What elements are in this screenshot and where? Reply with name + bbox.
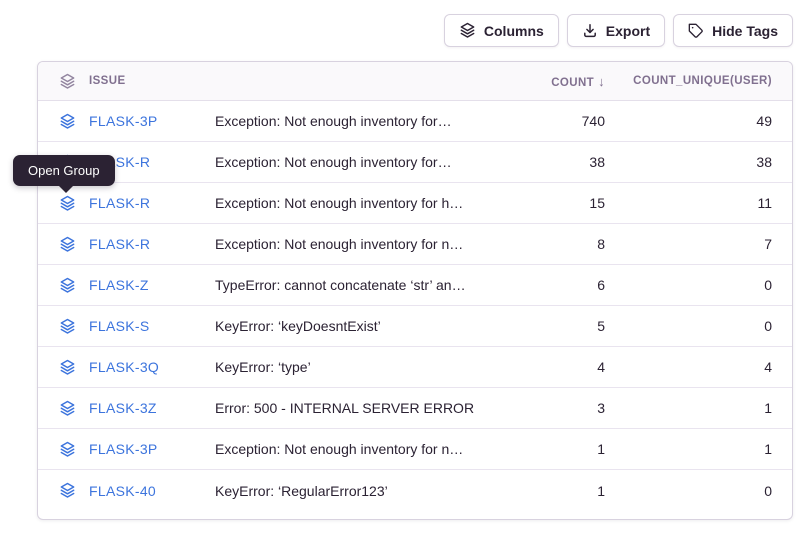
table-row: FLASK-3P Exception: Not enough inventory… [38,429,792,470]
issue-link[interactable]: FLASK-3Q [89,359,159,375]
issue-link[interactable]: FLASK-R [89,195,150,211]
issue-cell: FLASK-3Q [38,359,215,376]
table-header-row: ISSUE COUNT ↓ COUNT_UNIQUE(USER) [38,62,792,101]
hide-tags-button-label: Hide Tags [712,23,778,39]
issue-link[interactable]: FLASK-3P [89,113,158,129]
download-icon [582,23,598,39]
table-row: FLASK-3P Exception: Not enough inventory… [38,101,792,142]
open-group-icon[interactable] [59,318,76,335]
issue-title: Exception: Not enough inventory for… [215,154,485,170]
issue-cell: FLASK-Z [38,277,215,294]
issue-title: TypeError: cannot concatenate ‘str’ an… [215,277,485,293]
count-value: 1 [485,441,605,457]
table-row: FLASK-3Q KeyError: ‘type’ 4 4 [38,347,792,388]
count-unique-value: 1 [605,400,792,416]
issue-link[interactable]: FLASK-R [89,236,150,252]
export-button-label: Export [606,23,650,39]
open-group-icon[interactable] [59,482,76,499]
table-row: FLASK-40 KeyError: ‘RegularError123’ 1 0 [38,470,792,511]
issue-title: KeyError: ‘keyDoesntExist’ [215,318,485,334]
count-value: 38 [485,154,605,170]
issue-title: Exception: Not enough inventory for… [215,113,485,129]
header-issue-label: ISSUE [89,75,126,87]
issue-cell: FLASK-R [38,236,215,253]
tooltip-label: Open Group [28,163,100,178]
issue-title: Exception: Not enough inventory for n… [215,236,485,252]
header-count[interactable]: COUNT ↓ [485,74,605,89]
issue-title: Exception: Not enough inventory for h… [215,195,485,211]
table-row: FLASK-R Exception: Not enough inventory … [38,224,792,265]
issue-cell: FLASK-3Z [38,400,215,417]
issue-cell: FLASK-R [38,195,215,212]
issue-link[interactable]: FLASK-S [89,318,149,334]
open-group-icon[interactable] [59,195,76,212]
open-group-icon[interactable] [59,277,76,294]
open-group-icon[interactable] [59,113,76,130]
table-row: FLASK-Z TypeError: cannot concatenate ‘s… [38,265,792,306]
count-value: 1 [485,483,605,499]
count-unique-value: 1 [605,441,792,457]
issue-cell: FLASK-3P [38,113,215,130]
page: Columns Export Hide Tags [0,0,807,538]
stack-icon [459,22,476,39]
issue-title: Exception: Not enough inventory for n… [215,441,485,457]
count-value: 3 [485,400,605,416]
open-group-icon[interactable] [59,359,76,376]
count-value: 740 [485,113,605,129]
tag-icon [688,23,704,39]
issue-link[interactable]: FLASK-Z [89,277,149,293]
issue-link[interactable]: FLASK-3Z [89,400,157,416]
issue-link[interactable]: FLASK-3P [89,441,158,457]
toolbar: Columns Export Hide Tags [444,14,793,47]
count-unique-value: 0 [605,483,792,499]
count-unique-value: 38 [605,154,792,170]
table-row: FLASK-R Exception: Not enough inventory … [38,142,792,183]
count-value: 8 [485,236,605,252]
table-row: FLASK-S KeyError: ‘keyDoesntExist’ 5 0 [38,306,792,347]
issue-cell: FLASK-S [38,318,215,335]
header-count-unique-label: COUNT_UNIQUE(USER) [633,75,772,87]
table-row: FLASK-R Exception: Not enough inventory … [38,183,792,224]
table-row: FLASK-3Z Error: 500 - INTERNAL SERVER ER… [38,388,792,429]
count-unique-value: 4 [605,359,792,375]
issue-title: KeyError: ‘RegularError123’ [215,483,485,499]
header-count-label: COUNT [551,77,594,89]
header-count-unique[interactable]: COUNT_UNIQUE(USER) [605,75,792,87]
table-body: FLASK-3P Exception: Not enough inventory… [38,101,792,511]
header-issue[interactable]: ISSUE [38,73,215,90]
count-unique-value: 7 [605,236,792,252]
issue-cell: FLASK-3P [38,441,215,458]
sort-desc-icon: ↓ [598,74,605,89]
open-group-icon[interactable] [59,236,76,253]
open-group-icon[interactable] [59,441,76,458]
count-value: 15 [485,195,605,211]
columns-button[interactable]: Columns [444,14,559,47]
count-unique-value: 49 [605,113,792,129]
stack-icon [59,73,76,90]
open-group-icon[interactable] [59,400,76,417]
results-table: ISSUE COUNT ↓ COUNT_UNIQUE(USER) FLASK-3P… [37,61,793,520]
tooltip: Open Group [13,155,115,186]
count-unique-value: 0 [605,277,792,293]
issue-title: Error: 500 - INTERNAL SERVER ERROR [215,400,485,416]
count-unique-value: 11 [605,195,792,211]
count-value: 4 [485,359,605,375]
count-value: 5 [485,318,605,334]
tooltip-arrow-icon [59,186,73,193]
count-unique-value: 0 [605,318,792,334]
export-button[interactable]: Export [567,14,665,47]
issue-link[interactable]: FLASK-40 [89,483,156,499]
hide-tags-button[interactable]: Hide Tags [673,14,793,47]
issue-title: KeyError: ‘type’ [215,359,485,375]
issue-cell: FLASK-40 [38,482,215,499]
columns-button-label: Columns [484,23,544,39]
count-value: 6 [485,277,605,293]
